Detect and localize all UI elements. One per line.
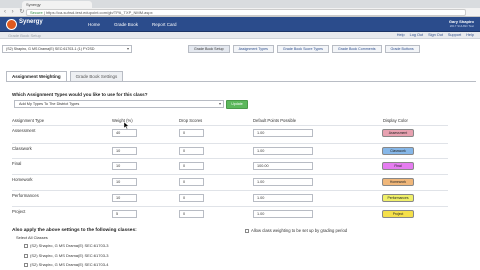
allow-grading-period-weighting[interactable]: Allow class weighting to be set up by gr… <box>245 228 347 233</box>
browser-tab[interactable]: Synergy <box>22 1 92 8</box>
apply-classes-title: Also apply the above settings to the fol… <box>12 228 137 233</box>
drop-scores-input[interactable]: 0 <box>179 162 204 170</box>
assignment-type-label: Homework <box>12 177 33 182</box>
assignment-type-label: Classwork <box>12 146 32 151</box>
chevron-down-icon: ▾ <box>126 46 129 51</box>
class-option[interactable]: (S2) Shapiro, G MS Drama(E) SEC:61703-3 <box>24 253 108 258</box>
nav-home[interactable]: Home <box>88 20 100 29</box>
update-button[interactable]: Update <box>226 100 248 109</box>
nav-grade-book[interactable]: Grade Book <box>114 20 138 29</box>
assignment-type-label: Final <box>12 161 22 166</box>
select-all-classes[interactable]: Select All Classes <box>16 235 48 240</box>
points-input[interactable]: 1.00 <box>253 178 313 186</box>
class-select[interactable]: (S2) Shapiro, G MS Drama(E) SEC:61703-1 … <box>2 45 132 53</box>
weight-input[interactable]: 10 <box>112 162 137 170</box>
sub-bar-title: Grade Book Setup <box>8 33 41 38</box>
tab-assignment-types[interactable]: Assignment Types <box>232 45 274 53</box>
util-link[interactable]: Log Out <box>410 33 424 38</box>
table-row: Classwork 10 0 1.00 Classwork <box>12 143 448 156</box>
column-header: Display Color <box>383 118 408 123</box>
type-select-value: Add My Types To The District Types <box>19 102 80 106</box>
weight-input[interactable]: 10 <box>112 194 137 202</box>
user-info: Gary Shapiro 2017 SUHSD Test <box>449 19 474 28</box>
weight-input[interactable]: 10 <box>112 147 137 155</box>
class-select-value: (S2) Shapiro, G MS Drama(E) SEC:61703-1 … <box>6 47 95 51</box>
drop-scores-input[interactable]: 0 <box>179 129 204 137</box>
class-option-label: (S2) Shapiro, G MS Drama(E) SEC:61703-3 <box>30 253 109 258</box>
assignment-type-label: Performances <box>12 193 39 198</box>
tab-grade-book-settings[interactable]: Grade Book Settings <box>69 71 124 81</box>
synergy-logo[interactable]: Synergy <box>6 18 46 31</box>
secure-label: Secure <box>30 10 43 15</box>
util-link[interactable]: Help <box>397 33 405 38</box>
user-sub: 2017 SUHSD Test <box>449 24 474 28</box>
assignment-type-select[interactable]: Add My Types To The District Types ▾ <box>14 100 224 108</box>
assignment-type-label: Assessment <box>12 128 36 133</box>
section-tabs: Grade Book Setup Assignment Types Grade … <box>188 45 420 53</box>
address-bar: ‹ › ↻ Secure | https://ca-suhsd-test.edu… <box>0 8 480 17</box>
drop-scores-input[interactable]: 0 <box>179 210 204 218</box>
table-row: Performances 10 0 1.00 Performances <box>12 190 448 203</box>
weight-input[interactable]: 5 <box>112 210 137 218</box>
points-input[interactable]: 1.00 <box>253 210 313 218</box>
drop-scores-input[interactable]: 0 <box>179 178 204 186</box>
tab-score-types[interactable]: Grade Book Score Types <box>276 45 329 53</box>
checkbox-icon[interactable] <box>24 243 28 248</box>
checkbox-icon[interactable] <box>24 262 28 267</box>
display-color-chip[interactable]: Project <box>382 210 414 218</box>
util-link[interactable]: Help <box>466 33 474 38</box>
class-option[interactable]: (S2) Shapiro, G MS Drama(E) SEC:61703-3 <box>24 243 108 248</box>
mouse-cursor-icon <box>124 122 130 129</box>
nav-report-card[interactable]: Report Card <box>152 20 177 29</box>
display-color-chip[interactable]: Classwork <box>382 147 414 155</box>
table-row: Homework 10 0 1.00 Homework <box>12 174 448 187</box>
tab-grade-buttons[interactable]: Grade Buttons <box>384 45 420 53</box>
table-row: Final 10 0 100.00 Final <box>12 158 448 171</box>
class-option-label: (S2) Shapiro, G MS Drama(E) SEC:61703-3 <box>30 243 109 248</box>
column-header: Default Points Possible <box>253 118 297 123</box>
logo-icon <box>6 19 17 30</box>
points-input[interactable]: 100.00 <box>253 162 313 170</box>
table-row: Assessment 40 0 1.00 Assessment <box>12 125 448 138</box>
display-color-chip[interactable]: Performances <box>382 194 414 202</box>
url-text: https://ca-suhsd-test.edupoint.com/gb/TP… <box>45 10 153 15</box>
utility-links: Help Log Out Sign Out Support Help <box>397 33 474 38</box>
drop-scores-input[interactable]: 0 <box>179 194 204 202</box>
column-header: Assignment Type <box>12 118 45 123</box>
checkbox-icon[interactable] <box>245 228 249 233</box>
allow-label: Allow class weighting to be set up by gr… <box>251 228 348 233</box>
display-color-chip[interactable]: Homework <box>382 178 414 186</box>
tab-comments[interactable]: Grade Book Comments <box>331 45 382 53</box>
column-header: Drop Scores <box>179 118 203 123</box>
points-input[interactable]: 1.00 <box>253 147 313 155</box>
url-input[interactable]: Secure | https://ca-suhsd-test.edupoint.… <box>26 9 466 16</box>
back-forward-icon[interactable]: ‹ › ↻ <box>4 9 26 16</box>
points-input[interactable]: 1.00 <box>253 194 313 202</box>
app-header: Synergy Home Grade Book Report Card Gary… <box>0 17 480 32</box>
tab-grade-book-setup[interactable]: Grade Book Setup <box>188 45 230 53</box>
logo-text: Synergy <box>19 19 43 25</box>
display-color-chip[interactable]: Assessment <box>382 129 414 137</box>
table-row: Project 5 0 1.00 Project <box>12 206 448 219</box>
chevron-down-icon: ▾ <box>218 101 221 106</box>
util-link[interactable]: Support <box>448 33 461 38</box>
points-input[interactable]: 1.00 <box>253 129 313 137</box>
weight-input[interactable]: 10 <box>112 178 137 186</box>
util-link[interactable]: Sign Out <box>428 33 443 38</box>
question-label: Which Assignment Types would you like to… <box>12 92 148 97</box>
checkbox-icon[interactable] <box>24 253 28 258</box>
drop-scores-input[interactable]: 0 <box>179 147 204 155</box>
weight-input[interactable]: 40 <box>112 129 137 137</box>
tab-assignment-weighting[interactable]: Assignment Weighting <box>6 71 67 81</box>
display-color-chip[interactable]: Final <box>382 162 414 170</box>
page-tabs: Assignment Weighting Grade Book Settings <box>6 71 124 81</box>
class-option[interactable]: (S2) Shapiro, G MS Drama(E) SEC:61703-4 <box>24 262 108 267</box>
browser-tab-strip: Synergy <box>0 0 480 8</box>
class-option-label: (S2) Shapiro, G MS Drama(E) SEC:61703-4 <box>30 262 109 267</box>
assignment-type-label: Project <box>12 209 26 214</box>
top-nav: Home Grade Book Report Card <box>88 20 177 29</box>
